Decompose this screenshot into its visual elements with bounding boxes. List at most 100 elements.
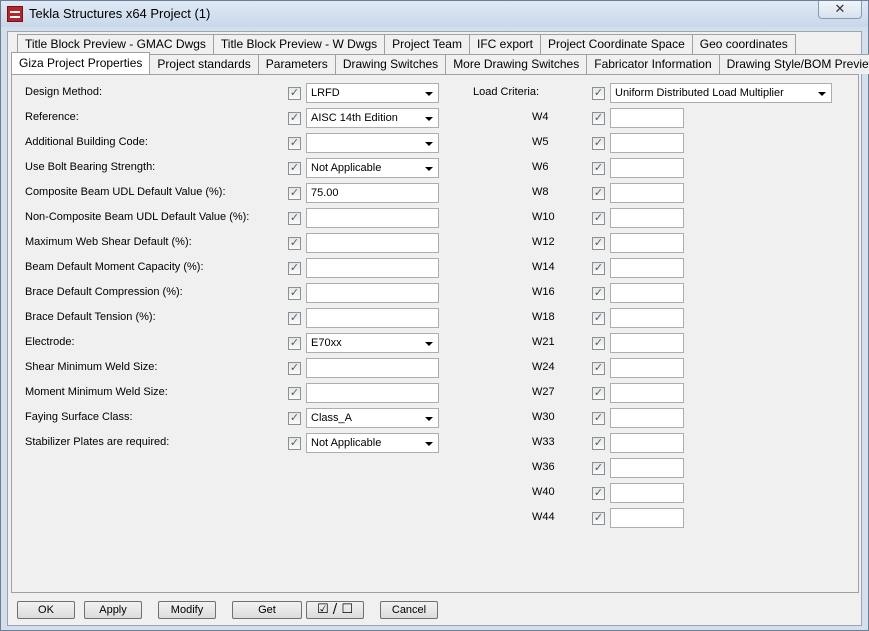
tab-drawing-switches[interactable]: Drawing Switches (334, 54, 447, 74)
checkbox-w18[interactable]: ✓ (592, 312, 605, 325)
tab-title-block-preview-w-dwgs[interactable]: Title Block Preview - W Dwgs (212, 34, 386, 54)
input-composite-beam-udl-default-value[interactable]: 75.00 (306, 183, 439, 203)
input-w14[interactable] (610, 258, 684, 278)
ok-button[interactable]: OK (17, 601, 75, 619)
tab-fabricator-information[interactable]: Fabricator Information (586, 54, 720, 74)
checkbox-reference[interactable]: ✓ (288, 112, 301, 125)
input-w40[interactable] (610, 483, 684, 503)
modify-button[interactable]: Modify (158, 601, 216, 619)
dropdown-stabilizer-plates-are-required[interactable]: Not Applicable (306, 433, 439, 453)
checkbox-w6[interactable]: ✓ (592, 162, 605, 175)
checkbox-w16[interactable]: ✓ (592, 287, 605, 300)
checkbox-w40[interactable]: ✓ (592, 487, 605, 500)
dropdown-load-criteria[interactable]: Uniform Distributed Load Multiplier (610, 83, 832, 103)
chevron-down-icon (425, 167, 433, 171)
tab-drawing-style-bom-preview[interactable]: Drawing Style/BOM Preview (718, 54, 869, 74)
tab-title-block-preview-gmac-dwgs[interactable]: Title Block Preview - GMAC Dwgs (17, 34, 214, 54)
checkbox-w44[interactable]: ✓ (592, 512, 605, 525)
tab-project-standards[interactable]: Project standards (149, 54, 259, 74)
input-w5[interactable] (610, 133, 684, 153)
get-button[interactable]: Get (232, 601, 302, 619)
checkbox-moment-minimum-weld-size[interactable]: ✓ (288, 387, 301, 400)
input-brace-default-compression[interactable] (306, 283, 439, 303)
label-w30: W30 (532, 411, 555, 423)
input-w18[interactable] (610, 308, 684, 328)
checkbox-additional-building-code[interactable]: ✓ (288, 137, 301, 150)
chevron-down-icon (425, 342, 433, 346)
checkbox-w4[interactable]: ✓ (592, 112, 605, 125)
checkbox-w33[interactable]: ✓ (592, 437, 605, 450)
checkbox-brace-default-tension[interactable]: ✓ (288, 312, 301, 325)
label-electrode: Electrode: (25, 336, 75, 348)
input-w44[interactable] (610, 508, 684, 528)
dropdown-electrode[interactable]: E70xx (306, 333, 439, 353)
chevron-down-icon (425, 442, 433, 446)
label-w14: W14 (532, 261, 555, 273)
chevron-down-icon (425, 117, 433, 121)
tab-parameters[interactable]: Parameters (257, 54, 336, 74)
checkbox-w27[interactable]: ✓ (592, 387, 605, 400)
input-w36[interactable] (610, 458, 684, 478)
input-w6[interactable] (610, 158, 684, 178)
input-w33[interactable] (610, 433, 684, 453)
input-w10[interactable] (610, 208, 684, 228)
checkbox-load-criteria[interactable]: ✓ (592, 87, 605, 100)
input-w4[interactable] (610, 108, 684, 128)
checkbox-beam-default-moment-capacity[interactable]: ✓ (288, 262, 301, 275)
dropdown-reference[interactable]: AISC 14th Edition (306, 108, 439, 128)
label-w40: W40 (532, 486, 555, 498)
input-w27[interactable] (610, 383, 684, 403)
checkbox-w36[interactable]: ✓ (592, 462, 605, 475)
dropdown-additional-building-code[interactable] (306, 133, 439, 153)
checkbox-w12[interactable]: ✓ (592, 237, 605, 250)
tab-project-team[interactable]: Project Team (384, 34, 470, 54)
dropdown-faying-surface-class[interactable]: Class_A (306, 408, 439, 428)
checkbox-faying-surface-class[interactable]: ✓ (288, 412, 301, 425)
apply-button[interactable]: Apply (84, 601, 142, 619)
input-maximum-web-shear-default[interactable] (306, 233, 439, 253)
input-w12[interactable] (610, 233, 684, 253)
dropdown-use-bolt-bearing-strength[interactable]: Not Applicable (306, 158, 439, 178)
tab-geo-coordinates[interactable]: Geo coordinates (691, 34, 796, 54)
input-beam-default-moment-capacity[interactable] (306, 258, 439, 278)
toggle-all-checkboxes-button[interactable]: ☑ / ☐ (306, 601, 364, 619)
checkbox-w14[interactable]: ✓ (592, 262, 605, 275)
label-additional-building-code: Additional Building Code: (25, 136, 148, 148)
checkbox-w8[interactable]: ✓ (592, 187, 605, 200)
checkbox-w24[interactable]: ✓ (592, 362, 605, 375)
input-non-composite-beam-udl-default-value[interactable] (306, 208, 439, 228)
input-w8[interactable] (610, 183, 684, 203)
checkbox-w5[interactable]: ✓ (592, 137, 605, 150)
checkbox-non-composite-beam-udl-default-value[interactable]: ✓ (288, 212, 301, 225)
input-w24[interactable] (610, 358, 684, 378)
chevron-down-icon (425, 417, 433, 421)
checkbox-w30[interactable]: ✓ (592, 412, 605, 425)
dropdown-value: Not Applicable (311, 437, 382, 449)
input-moment-minimum-weld-size[interactable] (306, 383, 439, 403)
checkbox-maximum-web-shear-default[interactable]: ✓ (288, 237, 301, 250)
close-button[interactable]: ✕ (818, 1, 862, 19)
checkbox-stabilizer-plates-are-required[interactable]: ✓ (288, 437, 301, 450)
cancel-button[interactable]: Cancel (380, 601, 438, 619)
input-w16[interactable] (610, 283, 684, 303)
title-bar[interactable]: Tekla Structures x64 Project (1) ✕ (1, 1, 868, 27)
label-w8: W8 (532, 186, 549, 198)
input-brace-default-tension[interactable] (306, 308, 439, 328)
label-reference: Reference: (25, 111, 79, 123)
tab-more-drawing-switches[interactable]: More Drawing Switches (445, 54, 588, 74)
dropdown-design-method[interactable]: LRFD (306, 83, 439, 103)
checkbox-use-bolt-bearing-strength[interactable]: ✓ (288, 162, 301, 175)
checkbox-composite-beam-udl-default-value[interactable]: ✓ (288, 187, 301, 200)
checkbox-design-method[interactable]: ✓ (288, 87, 301, 100)
checkbox-w10[interactable]: ✓ (592, 212, 605, 225)
input-w30[interactable] (610, 408, 684, 428)
checkbox-shear-minimum-weld-size[interactable]: ✓ (288, 362, 301, 375)
tab-giza-project-properties[interactable]: Giza Project Properties (11, 52, 151, 74)
tab-project-coordinate-space[interactable]: Project Coordinate Space (540, 34, 693, 54)
input-w21[interactable] (610, 333, 684, 353)
checkbox-w21[interactable]: ✓ (592, 337, 605, 350)
checkbox-brace-default-compression[interactable]: ✓ (288, 287, 301, 300)
checkbox-electrode[interactable]: ✓ (288, 337, 301, 350)
input-shear-minimum-weld-size[interactable] (306, 358, 439, 378)
tab-ifc-export[interactable]: IFC export (468, 34, 541, 54)
